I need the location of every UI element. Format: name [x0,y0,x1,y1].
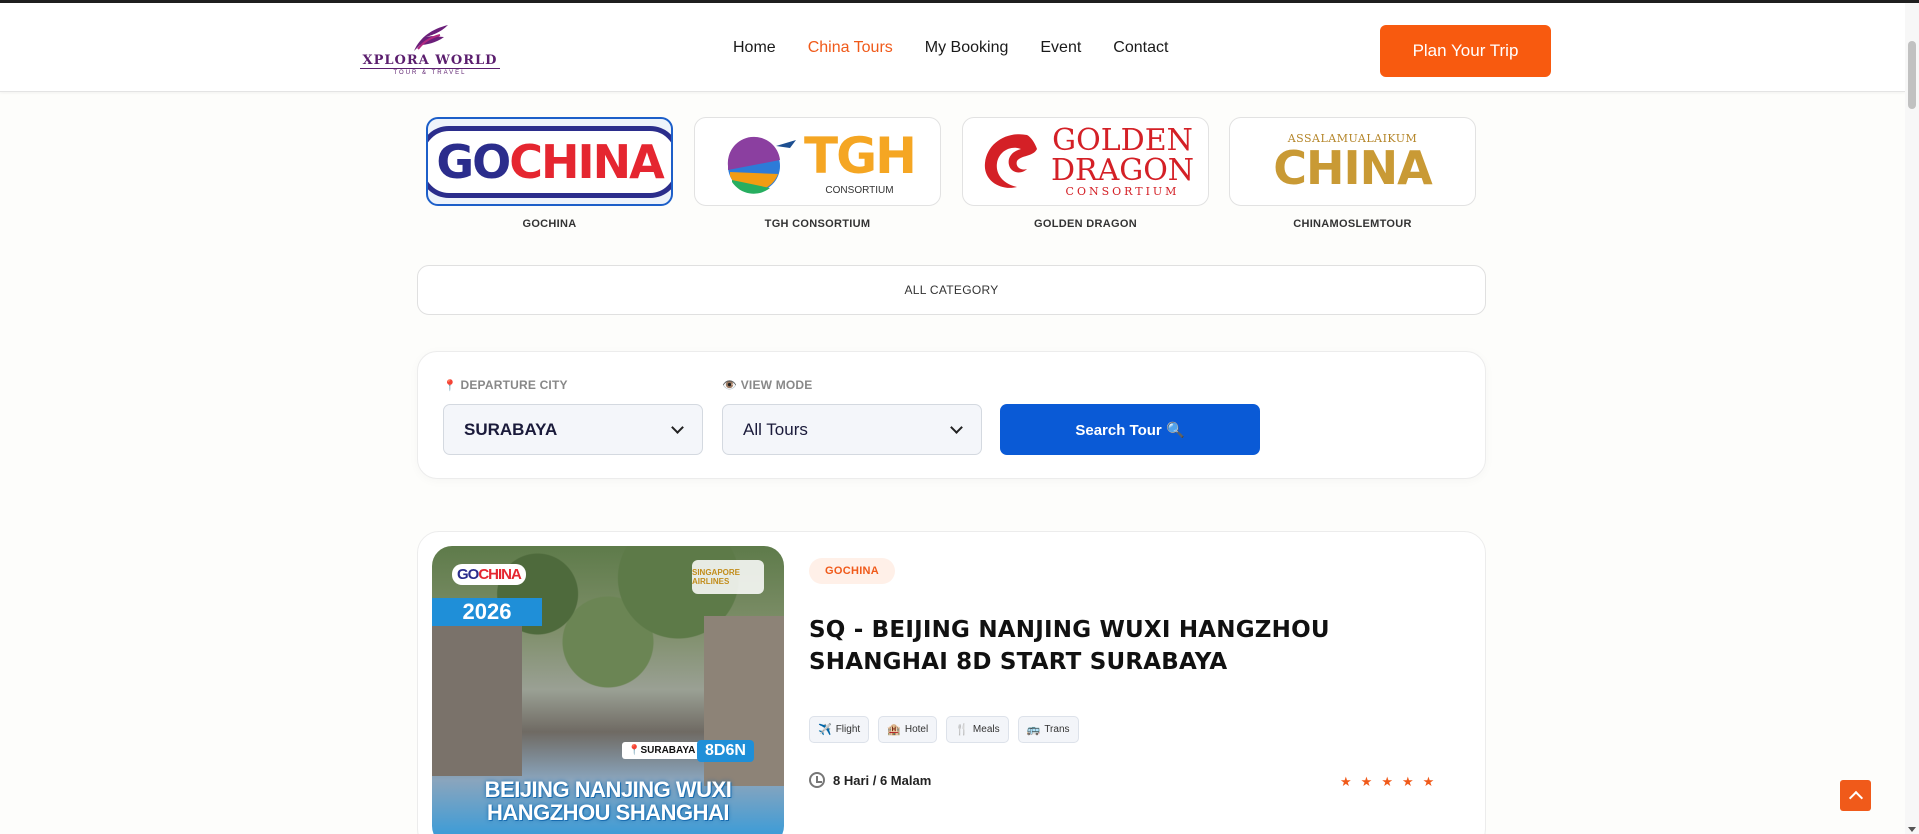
nav-contact[interactable]: Contact [1113,39,1168,57]
partner-caption: CHINAMOSLEMTOUR [1293,218,1412,230]
poster-airline-logo: SINGAPORE AIRLINES [692,560,764,594]
feature-hotel: 🏨 Hotel [878,716,938,743]
partner-logo-box[interactable]: ASSALAMUALAIKUM CHINA [1229,117,1476,206]
gochina-logo: GOCHINA [428,125,671,198]
tour-duration: 8 Hari / 6 Malam [809,772,931,788]
tour-card[interactable]: GOCHINA 2026 SINGAPORE AIRLINES 📍SURABAY… [417,531,1486,834]
feature-transport: 🚌 Trans [1017,716,1079,743]
partner-gochina[interactable]: GOCHINA GOCHINA [426,117,673,230]
departure-city-select[interactable]: SURABAYA [443,404,703,455]
partner-caption: TGH CONSORTIUM [764,218,871,230]
partner-tgh[interactable]: TGH CONSORTIUM TGH CONSORTIUM [694,117,941,230]
feature-flight: ✈️ Flight [809,716,870,743]
partner-chinamoslemtour[interactable]: ASSALAMUALAIKUM CHINA CHINAMOSLEMTOUR [1229,117,1476,230]
main-nav: Home China Tours My Booking Event Contac… [733,39,1168,57]
bus-icon: 🚌 [1026,724,1041,736]
poster-year: 2026 [432,598,542,626]
partner-caption: GOCHINA [522,218,577,230]
search-tour-button[interactable]: Search Tour 🔍 [1000,404,1260,455]
scroll-down-arrow-icon[interactable] [1908,827,1916,832]
star-icon: ★ [1360,774,1373,789]
chevron-up-icon [1848,790,1863,806]
poster-gochina-logo: GOCHINA [452,564,526,585]
category-filter-button[interactable]: ALL CATEGORY [417,265,1486,315]
plane-icon: ✈️ [818,724,832,736]
nav-china-tours[interactable]: China Tours [808,39,893,57]
tgh-logo: TGH CONSORTIUM [720,127,917,196]
star-icon: ★ [1340,774,1352,789]
tour-poster-image[interactable]: GOCHINA 2026 SINGAPORE AIRLINES 📍SURABAY… [432,546,784,834]
poster-title: BEIJING NANJING WUXI HANGZHOU SHANGHAI [484,777,732,826]
tour-search-panel: 📍 DEPARTURE CITY SURABAYA 👁️ VIEW MODE A… [417,351,1486,479]
partner-logo-box[interactable]: GOCHINA [426,117,673,206]
nav-event[interactable]: Event [1040,39,1081,57]
view-mode-select[interactable]: All Tours [722,404,982,455]
poster-city: 📍SURABAYA [622,742,702,759]
globe-plane-icon [727,136,796,194]
eye-icon: 👁️ [722,378,738,392]
view-mode-label: 👁️ VIEW MODE [722,378,813,392]
feature-meals: 🍴 Meals [946,716,1009,743]
tour-features: ✈️ Flight 🏨 Hotel 🍴 Meals 🚌 Trans [809,716,1079,743]
location-pin-icon: 📍 [443,380,457,392]
hotel-icon: 🏨 [887,724,901,736]
partner-caption: GOLDEN DRAGON [1034,218,1137,230]
partner-logo-box[interactable]: TGH CONSORTIUM [694,117,941,206]
tour-rating: ★ ★ ★ ★ ★ [1340,774,1434,790]
tour-title[interactable]: SQ - BEIJING NANJING WUXI HANGZHOU SHANG… [809,614,1409,678]
golden-dragon-logo: GOLDEN DRAGON CONSORTIUM [977,126,1194,197]
chevron-down-icon [950,421,963,434]
departure-city-label: 📍 DEPARTURE CITY [443,378,568,392]
star-icon: ★ [1422,774,1435,789]
nav-my-booking[interactable]: My Booking [925,39,1009,57]
logo-tagline: TOUR & TRAVEL [360,68,500,76]
clock-icon [809,772,825,788]
star-icon: ★ [1381,774,1393,789]
nav-home[interactable]: Home [733,39,776,57]
logo-mark-icon [414,25,448,51]
logo-text: XPLORA WORLD [362,53,498,68]
scrollbar-thumb[interactable] [1908,41,1916,109]
poster-days: 8D6N [697,740,754,762]
chevron-down-icon [671,421,684,434]
site-header: XPLORA WORLD TOUR & TRAVEL Home China To… [0,3,1905,92]
utensils-icon: 🍴 [955,724,969,736]
page-scrollbar[interactable] [1905,3,1919,834]
partner-golden-dragon[interactable]: GOLDEN DRAGON CONSORTIUM GOLDEN DRAGON [962,117,1209,230]
chinamoslem-logo: ASSALAMUALAIKUM CHINA [1273,132,1432,195]
tour-category-badge: GOCHINA [809,558,896,584]
back-to-top-button[interactable] [1840,780,1871,811]
site-logo[interactable]: XPLORA WORLD TOUR & TRAVEL [360,23,500,77]
partner-logo-box[interactable]: GOLDEN DRAGON CONSORTIUM [962,117,1209,206]
star-icon: ★ [1401,774,1414,789]
partner-selector: GOCHINA GOCHINA TGH CONSORTIUM TGH CONSO… [426,117,1476,237]
plan-your-trip-button[interactable]: Plan Your Trip [1380,25,1551,77]
dragon-icon [984,133,1037,188]
